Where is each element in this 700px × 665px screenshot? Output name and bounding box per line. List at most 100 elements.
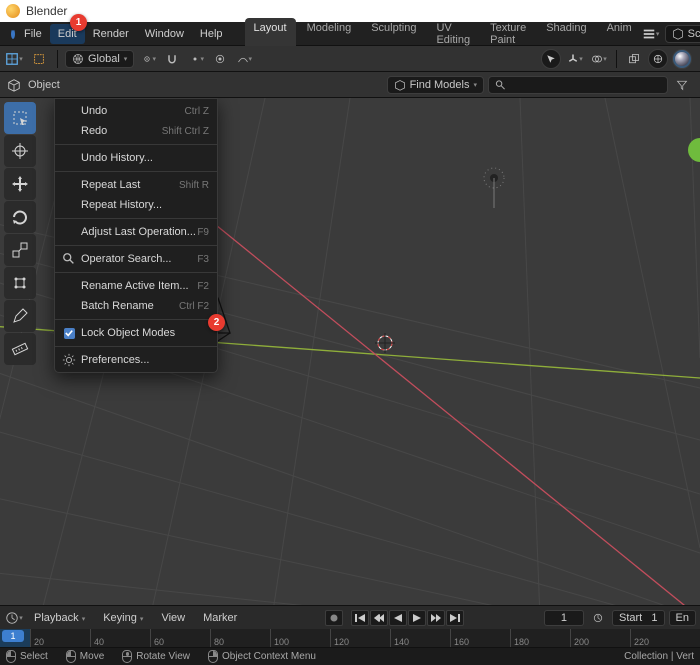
toggle-selectability[interactable] xyxy=(541,49,561,69)
menu-item-operator-search[interactable]: Operator Search...F3 xyxy=(55,249,217,269)
orientation-label: Global xyxy=(88,53,120,65)
tab-uv-editing[interactable]: UV Editing xyxy=(427,18,479,50)
ruler-tick: 60 xyxy=(150,629,164,647)
tool-select-box[interactable] xyxy=(4,102,36,134)
menu-item-lock-object-modes[interactable]: Lock Object Modes xyxy=(55,323,217,343)
find-models-dropdown[interactable]: Find Models ▾ xyxy=(387,76,484,94)
jump-prev-key[interactable] xyxy=(370,610,388,626)
play[interactable] xyxy=(408,610,426,626)
proportional-edit-toggle[interactable] xyxy=(210,49,230,69)
scene-name-field[interactable]: Scene xyxy=(665,25,700,43)
jump-next-key[interactable] xyxy=(427,610,445,626)
ruler-tick: 200 xyxy=(570,629,589,647)
frame-range-lock[interactable] xyxy=(588,608,608,628)
filter-dropdown[interactable] xyxy=(672,75,692,95)
timeline-menu-keying[interactable]: Keying ▾ xyxy=(95,608,151,628)
tool-annotate[interactable] xyxy=(4,300,36,332)
playhead[interactable]: 1 xyxy=(2,630,24,642)
xray-toggle[interactable] xyxy=(624,49,644,69)
cube-icon xyxy=(7,78,21,92)
menu-item-repeat-last[interactable]: Repeat LastShift R xyxy=(55,175,217,195)
tool-scale[interactable] xyxy=(4,234,36,266)
ruler-tick: 20 xyxy=(30,629,44,647)
tab-layout[interactable]: Layout xyxy=(245,18,296,50)
viewport[interactable]: UndoCtrl ZRedoShift Ctrl Z Undo History..… xyxy=(0,98,700,605)
mouse-left-icon xyxy=(6,650,16,663)
interaction-mode-icon[interactable] xyxy=(28,49,50,69)
menu-item-redo[interactable]: RedoShift Ctrl Z xyxy=(55,121,217,141)
tab-modeling[interactable]: Modeling xyxy=(298,18,361,50)
ruler-tick: 80 xyxy=(210,629,224,647)
mouse-right-icon xyxy=(208,650,218,663)
menu-item-preferences[interactable]: Preferences... xyxy=(55,350,217,370)
transport-controls xyxy=(325,610,464,626)
tool-cursor[interactable] xyxy=(4,135,36,167)
auto-key-toggle[interactable] xyxy=(325,610,343,626)
snap-toggle[interactable] xyxy=(162,49,182,69)
timeline-editor-type[interactable]: ▾ xyxy=(4,608,24,628)
tool-measure[interactable] xyxy=(4,333,36,365)
menu-item-undo[interactable]: UndoCtrl Z xyxy=(55,101,217,121)
tab-sculpting[interactable]: Sculpting xyxy=(362,18,425,50)
menu-item-undo-history[interactable]: Undo History... xyxy=(55,148,217,168)
snap-dropdown[interactable]: ▾ xyxy=(186,49,206,69)
overlay-dropdown[interactable]: ▾ xyxy=(589,49,609,69)
light-object xyxy=(484,168,504,208)
menu-item-label: Undo History... xyxy=(77,152,209,164)
mode-label: Object xyxy=(28,79,60,91)
cube-icon xyxy=(394,79,406,91)
editor-type-icon[interactable]: ▾ xyxy=(4,49,24,69)
status-hint-rotate-view: Rotate View xyxy=(122,650,190,663)
menu-item-label: Operator Search... xyxy=(77,253,197,265)
search-icon xyxy=(61,252,77,266)
shading-wireframe[interactable] xyxy=(648,49,668,69)
menu-item-rename-active-item[interactable]: Rename Active Item...F2 xyxy=(55,276,217,296)
menu-item-label: Repeat Last xyxy=(77,179,179,191)
menu-item-label: Lock Object Modes xyxy=(77,327,209,339)
menu-help[interactable]: Help xyxy=(192,24,231,44)
orientation-dropdown[interactable]: Global ▾ xyxy=(65,50,134,68)
proportional-falloff-dropdown[interactable]: ▾ xyxy=(234,49,254,69)
play-reverse[interactable] xyxy=(389,610,407,626)
ruler-tick: 40 xyxy=(90,629,104,647)
status-hint-select: Select xyxy=(6,650,48,663)
workspace-tabs: LayoutModelingSculptingUV EditingTexture… xyxy=(245,18,641,50)
menu-item-shortcut: F9 xyxy=(197,227,209,238)
object-mode-dropdown[interactable] xyxy=(4,75,24,95)
tool-rotate[interactable] xyxy=(4,201,36,233)
tab-shading[interactable]: Shading xyxy=(537,18,595,50)
start-frame-field[interactable]: Start 1 xyxy=(612,610,665,626)
ruler-tick: 180 xyxy=(510,629,529,647)
editor-header: ▾ Global ▾ ▾ ▾ ▾ xyxy=(0,46,700,72)
search-field[interactable] xyxy=(488,76,668,94)
timeline-menu-marker[interactable]: Marker xyxy=(195,608,245,628)
menu-item-label: Adjust Last Operation... xyxy=(77,226,197,238)
ruler-tick: 120 xyxy=(330,629,349,647)
timeline-ruler[interactable]: 1 20406080100120140160180200220 xyxy=(0,629,700,647)
tool-move[interactable] xyxy=(4,168,36,200)
menu-item-repeat-history[interactable]: Repeat History... xyxy=(55,195,217,215)
end-frame-field[interactable]: En xyxy=(669,610,696,626)
current-frame-field[interactable]: 1 xyxy=(544,610,584,626)
menu-item-adjust-last-operation[interactable]: Adjust Last Operation...F9 xyxy=(55,222,217,242)
menu-window[interactable]: Window xyxy=(137,24,192,44)
tab-texture-paint[interactable]: Texture Paint xyxy=(481,18,535,50)
status-right: Collection | Vert xyxy=(624,651,694,662)
menu-separator xyxy=(55,218,217,219)
timeline-menu-playback[interactable]: Playback ▾ xyxy=(26,608,93,628)
jump-to-end[interactable] xyxy=(446,610,464,626)
timeline-menu-view[interactable]: View xyxy=(153,608,193,628)
tool-transform[interactable] xyxy=(4,267,36,299)
toolbar xyxy=(4,102,36,365)
gizmo-visibility-dropdown[interactable]: ▾ xyxy=(565,49,585,69)
scene-browse-icon[interactable]: ▾ xyxy=(641,24,661,44)
menu-item-batch-rename[interactable]: Batch RenameCtrl F2 xyxy=(55,296,217,316)
jump-to-start[interactable] xyxy=(351,610,369,626)
pivot-dropdown[interactable]: ▾ xyxy=(138,49,158,69)
menu-render[interactable]: Render xyxy=(85,24,137,44)
status-hint-object-context-menu: Object Context Menu xyxy=(208,650,316,663)
shading-solid[interactable] xyxy=(672,49,692,69)
search-input[interactable] xyxy=(510,79,661,91)
tab-anim[interactable]: Anim xyxy=(598,18,641,50)
menu-file[interactable]: File xyxy=(16,24,50,44)
